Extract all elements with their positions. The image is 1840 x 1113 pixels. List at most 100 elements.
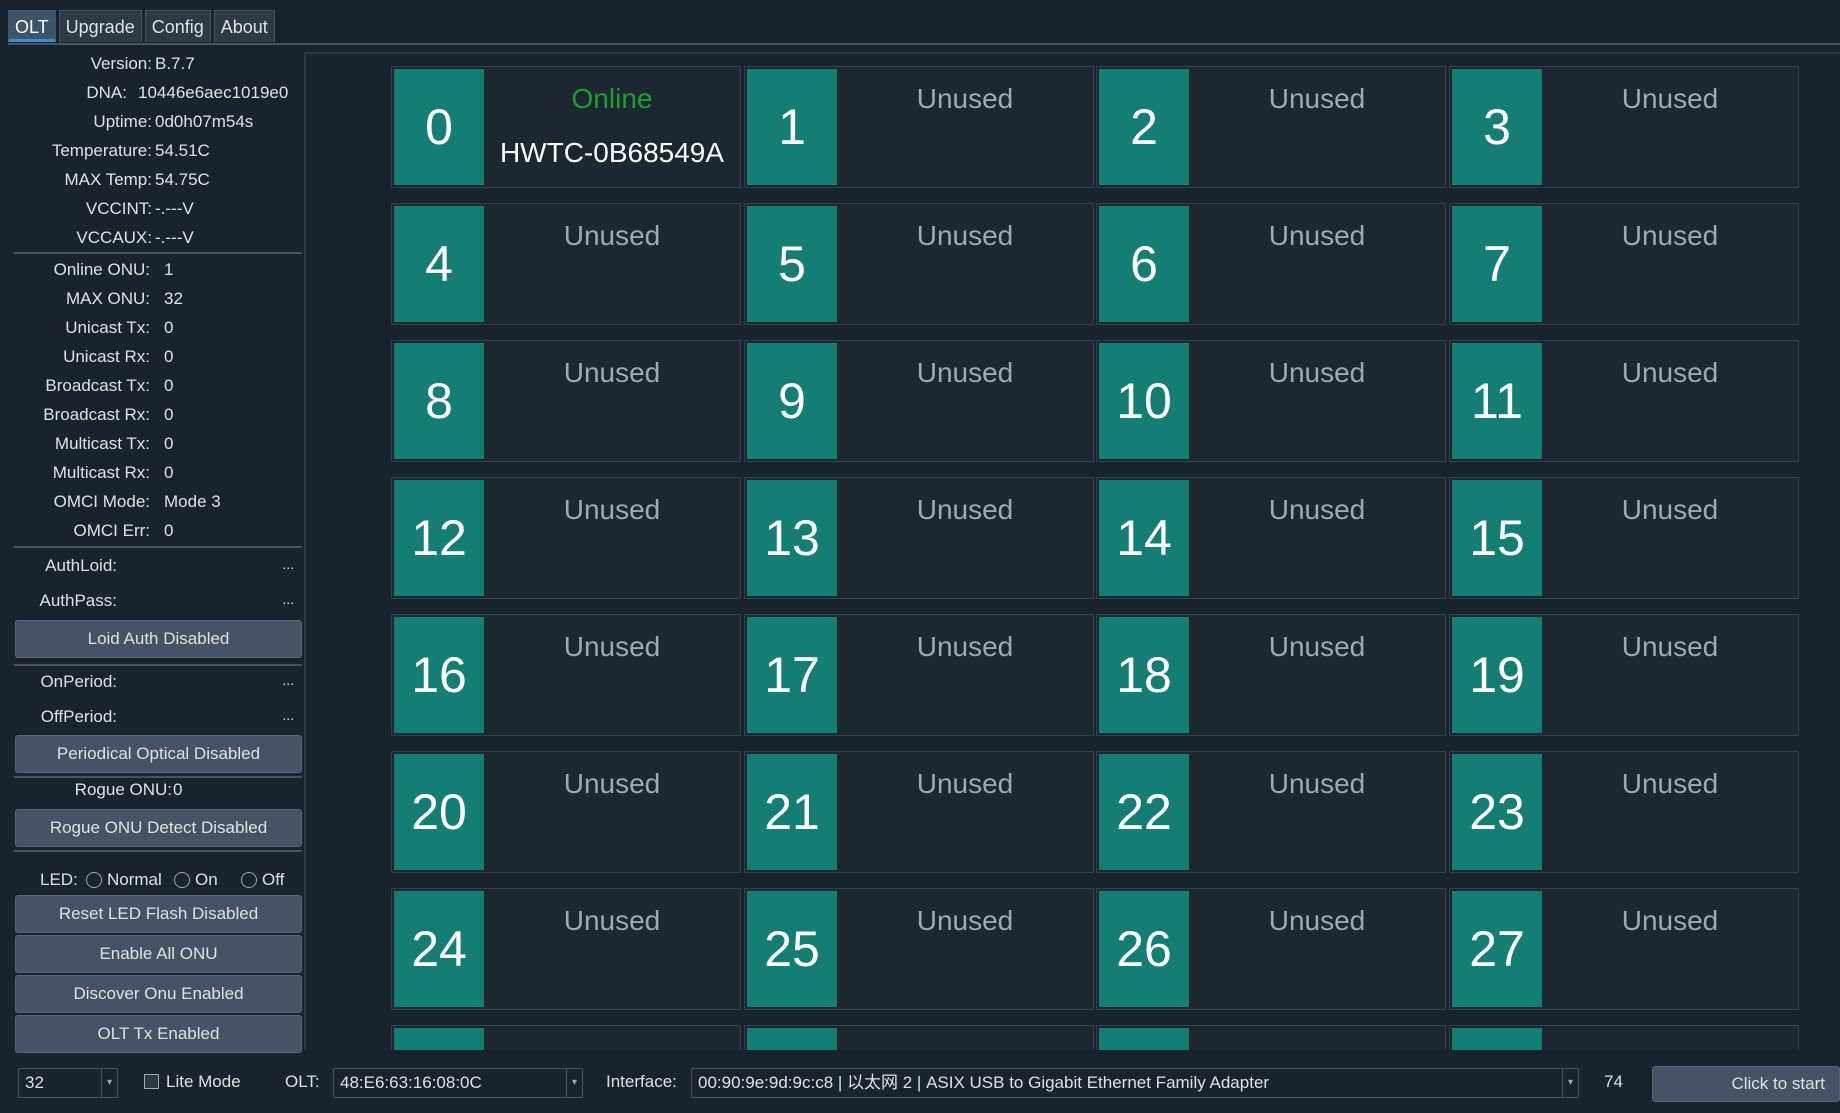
rogue-onu-row: Rogue ONU: 0 [12, 780, 302, 804]
onu-index-button[interactable]: 1 [747, 69, 837, 185]
onu-status: Unused [563, 768, 661, 799]
reset-led-flash-button[interactable]: Reset LED Flash Disabled [15, 895, 302, 933]
onu-index-button[interactable]: 16 [394, 617, 484, 733]
onu-index-button[interactable]: 4 [394, 206, 484, 322]
tab-bar: OLT Upgrade Config About [8, 10, 275, 42]
onu-index-button[interactable] [1452, 1028, 1542, 1050]
led-normal-radio[interactable]: Normal [86, 870, 162, 890]
onu-index-button[interactable]: 14 [1099, 480, 1189, 596]
onu-cell: 2 Unused [1096, 66, 1446, 188]
onu-index-button[interactable]: 15 [1452, 480, 1542, 596]
on-period-row: OnPeriod:... [12, 672, 302, 698]
lite-mode-checkbox[interactable] [144, 1074, 159, 1089]
onu-cell [391, 1025, 741, 1050]
onu-index-button[interactable]: 2 [1099, 69, 1189, 185]
onu-index-button[interactable]: 26 [1099, 891, 1189, 1007]
onu-index-button[interactable]: 10 [1099, 343, 1189, 459]
dna-value: 10446e6aec1019e0 [138, 83, 289, 102]
stat-label: OMCI Mode: [53, 492, 150, 511]
discover-onu-button[interactable]: Discover Onu Enabled [15, 975, 302, 1013]
onu-status: Unused [1621, 83, 1719, 114]
onu-status: Unused [563, 220, 661, 251]
onu-index-button[interactable]: 13 [747, 480, 837, 596]
vccint-value: -.---V [155, 199, 194, 218]
onu-index-button[interactable]: 20 [394, 754, 484, 870]
onu-status: Unused [1268, 905, 1366, 936]
onu-index-button[interactable] [747, 1028, 837, 1050]
tab-about[interactable]: About [213, 10, 275, 42]
olt-value: 48:E6:63:16:08:0C [340, 1073, 482, 1092]
led-option-label: Normal [107, 870, 162, 889]
onu-index-button[interactable]: 6 [1099, 206, 1189, 322]
onu-index-button[interactable]: 5 [747, 206, 837, 322]
vccaux-row: VCCAUX: -.---V [12, 228, 302, 252]
radio-icon [86, 872, 102, 888]
onu-index-button[interactable]: 3 [1452, 69, 1542, 185]
loid-auth-button[interactable]: Loid Auth Disabled [15, 620, 302, 658]
onu-index-button[interactable] [394, 1028, 484, 1050]
rogue-onu-label: Rogue ONU: [74, 780, 172, 799]
onu-index-button[interactable]: 11 [1452, 343, 1542, 459]
info-label: Temperature: [51, 141, 152, 160]
onu-status: Unused [916, 494, 1014, 525]
interface-label: Interface: [606, 1072, 677, 1091]
onu-index-button[interactable]: 18 [1099, 617, 1189, 733]
vccint-row: VCCINT: -.---V [12, 199, 302, 223]
rogue-onu-detect-button[interactable]: Rogue ONU Detect Disabled [15, 809, 302, 847]
uptime-value: 0d0h07m54s [155, 112, 254, 131]
led-on-radio[interactable]: On [174, 870, 218, 890]
info-label: VCCINT: [85, 199, 152, 218]
led-off-radio[interactable]: Off [241, 870, 284, 890]
onu-index-button[interactable]: 9 [747, 343, 837, 459]
auth-pass-edit[interactable]: ... [282, 591, 294, 607]
onu-index-button[interactable]: 8 [394, 343, 484, 459]
info-label: VCCAUX: [76, 228, 152, 247]
onu-index-button[interactable]: 19 [1452, 617, 1542, 733]
divider [14, 546, 302, 548]
stat-label: Broadcast Tx: [45, 376, 150, 395]
max-onu-select[interactable]: 32 ▾ [18, 1068, 118, 1098]
onu-status: Unused [1268, 83, 1366, 114]
onu-index-button[interactable]: 17 [747, 617, 837, 733]
onu-index-button[interactable]: 27 [1452, 891, 1542, 1007]
onu-cell: 5 Unused [744, 203, 1094, 325]
off-period-row: OffPeriod:... [12, 707, 302, 733]
stat-value: 0 [164, 434, 174, 453]
onu-index-button[interactable]: 12 [394, 480, 484, 596]
periodical-optical-button[interactable]: Periodical Optical Disabled [15, 735, 302, 773]
onu-index-button[interactable]: 7 [1452, 206, 1542, 322]
onu-status: Online [571, 83, 653, 114]
interface-select[interactable]: 00:90:9e:9d:9c:c8 | 以太网 2 | ASIX USB to … [691, 1068, 1579, 1098]
radio-icon [241, 872, 257, 888]
onu-cell: 16 Unused [391, 614, 741, 736]
olt-select[interactable]: 48:E6:63:16:08:0C ▾ [333, 1068, 583, 1098]
onu-cell: 13 Unused [744, 477, 1094, 599]
lite-mode-label: Lite Mode [166, 1072, 241, 1091]
tab-olt[interactable]: OLT [8, 10, 56, 42]
version-value: B.7.7 [155, 54, 195, 73]
onu-status: Unused [916, 357, 1014, 388]
onu-cell: 27 Unused [1449, 888, 1799, 1010]
stat-label: Multicast Tx: [54, 434, 150, 453]
off-period-edit[interactable]: ... [282, 707, 294, 723]
onu-index-button[interactable]: 0 [394, 69, 484, 185]
onu-index-button[interactable]: 25 [747, 891, 837, 1007]
olt-tx-button[interactable]: OLT Tx Enabled [15, 1015, 302, 1053]
on-period-edit[interactable]: ... [282, 672, 294, 688]
onu-status: Unused [1621, 905, 1719, 936]
tab-upgrade[interactable]: Upgrade [58, 10, 142, 42]
start-button[interactable]: Click to start [1652, 1066, 1840, 1102]
tab-config[interactable]: Config [144, 10, 211, 42]
info-label: Version: [90, 54, 152, 73]
auth-loid-edit[interactable]: ... [282, 556, 294, 572]
onu-index-button[interactable]: 24 [394, 891, 484, 1007]
onu-status: Unused [1621, 768, 1719, 799]
onu-index-button[interactable]: 22 [1099, 754, 1189, 870]
onu-index-button[interactable]: 23 [1452, 754, 1542, 870]
onu-cell: 22 Unused [1096, 751, 1446, 873]
stat-value: 32 [164, 289, 183, 308]
onu-index-button[interactable] [1099, 1028, 1189, 1050]
onu-index-button[interactable]: 21 [747, 754, 837, 870]
enable-all-onu-button[interactable]: Enable All ONU [15, 935, 302, 973]
divider [14, 850, 302, 852]
